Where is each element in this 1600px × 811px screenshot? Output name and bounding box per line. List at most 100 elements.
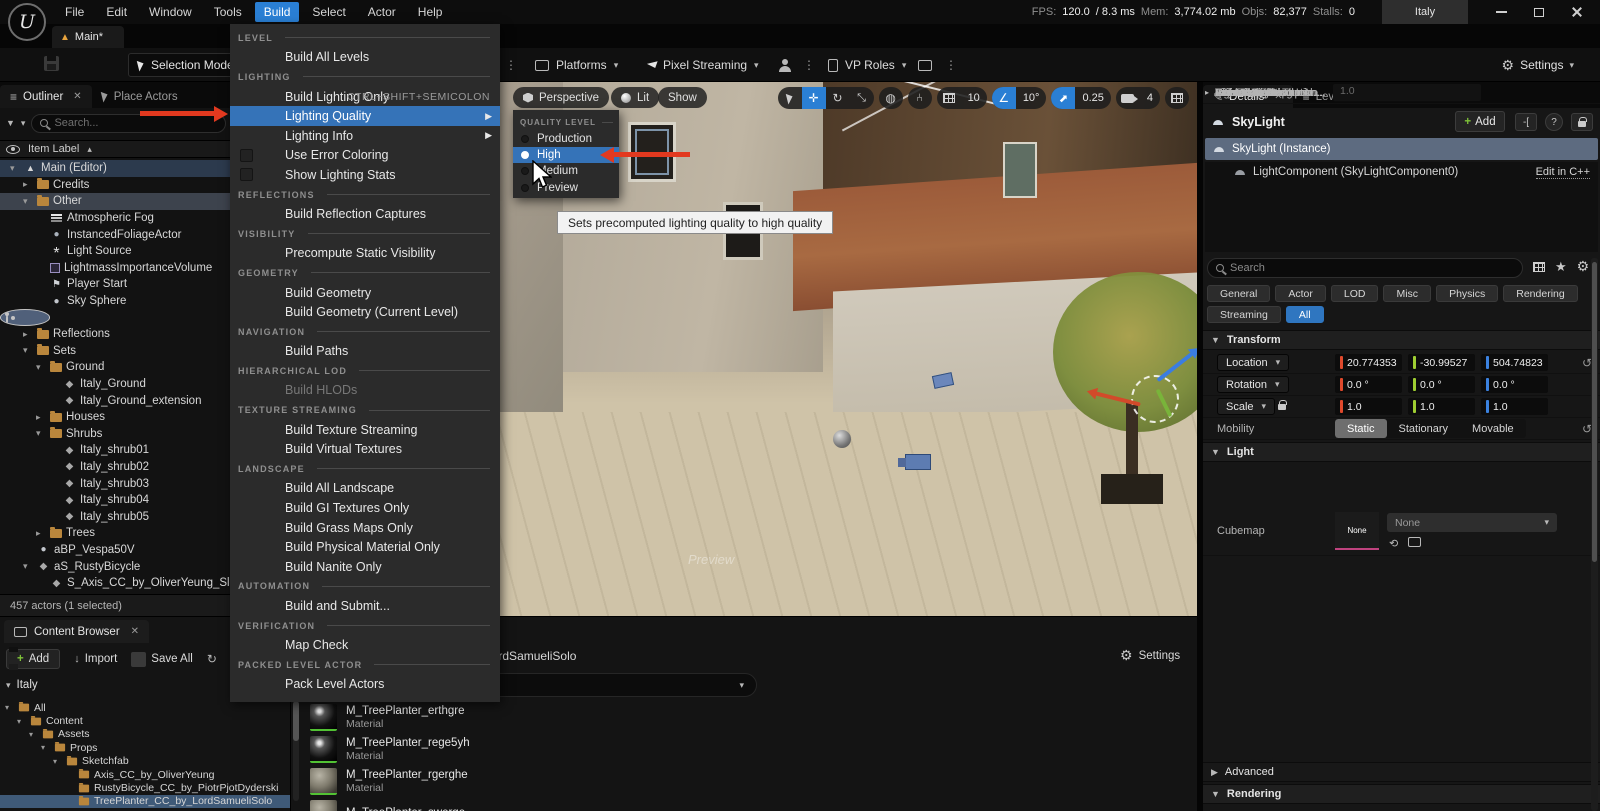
save-icon[interactable] (44, 56, 59, 71)
build-menu-row[interactable]: Build Nanite Only Build Nanite Only ▶ (230, 557, 500, 577)
filter-chip[interactable]: Rendering (1503, 285, 1577, 302)
outliner-row[interactable]: SkyLight (0, 309, 50, 326)
folder-row[interactable]: ▾ Sketchfab (0, 755, 290, 768)
outliner-row[interactable]: ▸ Reflections (0, 326, 232, 343)
visibility-eye-icon[interactable] (6, 145, 20, 154)
component-row-instance[interactable]: SkyLight (Instance) (1205, 138, 1598, 160)
outliner-row[interactable]: ▾ Shrubs (0, 426, 232, 443)
outliner-row[interactable]: Italy_shrub01 (0, 442, 232, 459)
build-menu-row[interactable]: LANDSCAPE LANDSCAPE ▶ (230, 459, 500, 479)
folder-row[interactable]: Axis_CC_by_OliverYeung (0, 768, 290, 781)
use-selected-icon[interactable]: ⟲ (1389, 537, 1398, 550)
quality-option[interactable]: Preview (513, 180, 619, 196)
build-menu-row[interactable]: HIERARCHICAL LOD HIERARCHICAL LOD ▶ (230, 361, 500, 381)
scale-tool-button[interactable] (850, 87, 874, 109)
build-menu-row[interactable]: NAVIGATION NAVIGATION ▶ (230, 322, 500, 342)
close-tab-icon[interactable]: ✕ (131, 626, 139, 637)
expander-icon[interactable]: ▸ (23, 329, 33, 340)
build-menu-row[interactable]: Build All Levels Build All Levels ▶ (230, 48, 500, 68)
build-menu-row[interactable]: Use Error Coloring Use Error Coloring ▶ (230, 146, 500, 166)
gizmo-z-arrow[interactable] (1156, 352, 1193, 382)
build-menu-row[interactable]: Lighting Info Lighting Info ▶ (230, 126, 500, 146)
outliner-column-header[interactable]: Item Label ▴ (0, 140, 232, 158)
checkbox-icon[interactable] (240, 168, 253, 181)
cubemap-dropdown[interactable]: None▾ (1387, 513, 1557, 532)
build-menu-row[interactable]: Show Lighting Stats Show Lighting Stats … (230, 165, 500, 185)
menubar-item[interactable]: Build (255, 2, 300, 22)
outliner-row[interactable]: Italy_shrub05 (0, 508, 232, 525)
checkbox-icon[interactable] (240, 149, 253, 162)
build-menu-row[interactable]: VERIFICATION VERIFICATION ▶ (230, 616, 500, 636)
scale-z-field[interactable]: 1.0 (1481, 398, 1548, 415)
menubar-item[interactable]: Window (140, 2, 201, 22)
mobility-option[interactable]: Movable (1460, 419, 1526, 438)
build-menu-row[interactable]: Build All Landscape Build All Landscape … (230, 479, 500, 499)
rotation-y-field[interactable]: 0.0 ° (1408, 376, 1475, 393)
quality-option[interactable]: High (513, 147, 619, 163)
component-row-lightcomponent[interactable]: LightComponent (SkyLightComponent0) Edit… (1205, 162, 1598, 182)
outliner-row[interactable]: ▾ Other (0, 193, 232, 210)
user-button[interactable] (778, 53, 791, 77)
close-button[interactable] (1560, 0, 1594, 24)
build-menu-row[interactable]: VISIBILITY VISIBILITY ▶ (230, 224, 500, 244)
location-dropdown[interactable]: Location▾ (1217, 354, 1289, 371)
surface-snap-button[interactable] (908, 87, 932, 109)
outliner-search[interactable] (31, 114, 226, 133)
tab-outliner[interactable]: ≡ Outliner ✕ (0, 85, 92, 108)
menubar-item[interactable]: Select (303, 2, 354, 22)
asset-row[interactable]: M_TreePlanter_rgergheMaterial (310, 765, 1190, 797)
build-menu-row[interactable]: Build Reflection Captures Build Reflecti… (230, 204, 500, 224)
build-menu-row[interactable]: PACKED LEVEL ACTOR PACKED LEVEL ACTOR ▶ (230, 655, 500, 675)
toolbar-overflow[interactable]: ⋮ (505, 53, 518, 77)
outliner-row[interactable]: ▸ Credits (0, 177, 232, 194)
history-back-button[interactable] (207, 652, 217, 666)
rotate-tool-button[interactable] (826, 87, 850, 109)
build-menu-row[interactable]: LEVEL LEVEL ▶ (230, 28, 500, 48)
rotation-snap-button[interactable] (992, 87, 1016, 109)
close-tab-icon[interactable]: ✕ (73, 91, 81, 102)
asset-row[interactable]: M_TreePlanter_erthgreMaterial (310, 701, 1190, 733)
outliner-row[interactable]: Sky Sphere (0, 293, 232, 310)
location-x-field[interactable]: 20.774353 (1335, 354, 1402, 371)
folder-row[interactable]: ▾ All (0, 701, 290, 714)
outliner-row[interactable]: Italy_shrub04 (0, 492, 232, 509)
folder-row[interactable]: TreePlanter_CC_by_LordSamueliSolo (0, 795, 290, 808)
pixel-streaming-dropdown[interactable]: Pixel Streaming ▾ (650, 53, 759, 77)
expander-icon[interactable]: ▾ (23, 345, 33, 356)
outliner-row[interactable]: Light Source (0, 243, 232, 260)
scale-lock-icon[interactable] (1278, 404, 1286, 410)
gear-icon[interactable]: ⚙ (1577, 258, 1590, 275)
outliner-row[interactable]: ▾ Sets (0, 343, 232, 360)
build-menu-row[interactable]: Build Texture Streaming Build Texture St… (230, 420, 500, 440)
browse-icon[interactable] (1408, 537, 1421, 550)
camera-speed-value[interactable]: 4 (1140, 92, 1160, 104)
section-rendering[interactable]: ▼ Rendering (1203, 784, 1600, 804)
menubar-item[interactable]: Tools (205, 2, 251, 22)
build-menu-row[interactable]: TEXTURE STREAMING TEXTURE STREAMING ▶ (230, 400, 500, 420)
expander-icon[interactable]: ▾ (36, 428, 46, 439)
tv-button[interactable] (918, 53, 932, 77)
tv-overflow[interactable]: ⋮ (945, 53, 958, 77)
expander-icon[interactable]: ▸ (36, 412, 46, 423)
details-search[interactable] (1207, 258, 1523, 278)
content-browser-settings-button[interactable]: ⚙ Settings (1120, 647, 1180, 664)
property-input[interactable]: 1.0 (1333, 84, 1481, 101)
outliner-row[interactable]: Italy_shrub02 (0, 459, 232, 476)
build-menu-row[interactable]: Build Virtual Textures Build Virtual Tex… (230, 439, 500, 459)
chevron-down-icon[interactable]: ▾ (21, 118, 26, 129)
quality-option[interactable]: Production (513, 131, 619, 147)
rotation-x-field[interactable]: 0.0 ° (1335, 376, 1402, 393)
maximize-button[interactable] (1522, 0, 1556, 24)
content-browser-root[interactable]: ▾ Italy (6, 679, 38, 691)
camera-speed-button[interactable] (1116, 87, 1140, 109)
mobility-option[interactable]: Static (1335, 419, 1387, 438)
menubar-item[interactable]: Actor (359, 2, 405, 22)
show-dropdown[interactable]: Show (658, 87, 707, 108)
build-menu-row[interactable]: AUTOMATION AUTOMATION ▶ (230, 577, 500, 597)
favorites-icon[interactable]: ★ (1555, 259, 1567, 275)
folder-row[interactable]: ▾ Props (0, 741, 290, 754)
outliner-row[interactable]: InstancedFoliageActor (0, 226, 232, 243)
location-z-field[interactable]: 504.74823 (1481, 354, 1548, 371)
location-y-field[interactable]: -30.99527 (1408, 354, 1475, 371)
lit-dropdown[interactable]: Lit (611, 87, 659, 108)
